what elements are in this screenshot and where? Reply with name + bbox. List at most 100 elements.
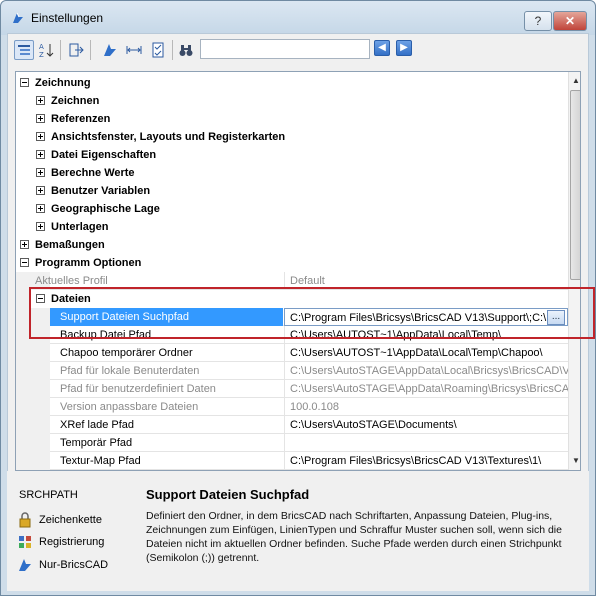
property-value: C:\Users\AutoSTAGE\AppData\Local\Bricsys… (284, 362, 568, 380)
svg-text:A: A (39, 43, 44, 51)
expand-icon[interactable] (36, 204, 45, 213)
expand-icon[interactable] (36, 96, 45, 105)
tree-node[interactable]: Zeichnung (16, 74, 568, 92)
row-gutter (16, 344, 50, 362)
export-icon[interactable] (66, 40, 86, 60)
property-value: C:\Users\AutoSTAGE\Documents\ (284, 416, 568, 434)
property-name: Temporär Pfad (60, 437, 133, 449)
details-pane: SRCHPATH Zeichenkette Registrierung Nur-… (7, 471, 589, 591)
flag-label: Nur-BricsCAD (39, 559, 109, 571)
expand-icon[interactable] (36, 132, 45, 141)
property-value-text: C:\Users\AutoSTAGE\AppData\Roaming\Brics… (290, 383, 568, 395)
property-value-text: C:\Users\AutoSTAGE\AppData\Local\Bricsys… (290, 365, 568, 377)
dimension-icon[interactable] (124, 40, 144, 60)
property-name: Version anpassbare Dateien (60, 401, 199, 413)
toolbar-separator (60, 40, 61, 60)
row-gutter (16, 416, 50, 434)
tree-node-label: Zeichnen (51, 95, 100, 107)
property-value: C:\Users\AutoSTAGE\AppData\Roaming\Brics… (284, 380, 568, 398)
tree-node[interactable]: Unterlagen (16, 218, 568, 236)
property-value-text: C:\Program Files\Bricsys\BricsCAD V13\Te… (290, 455, 542, 467)
close-button[interactable]: ✕ (553, 11, 587, 31)
expand-icon[interactable] (20, 240, 29, 249)
tree-node-label: Referenzen (51, 113, 111, 125)
description-title: Support Dateien Suchpfad (146, 487, 310, 502)
highlight-frame (29, 287, 595, 339)
tree-node[interactable]: Bemaßungen (16, 236, 568, 254)
property-name: Pfad für benutzerdefiniert Daten (60, 383, 216, 395)
tree-node[interactable]: Benutzer Variablen (16, 182, 568, 200)
lock-icon (19, 512, 31, 528)
expand-icon[interactable] (36, 150, 45, 159)
property-value-text: C:\Users\AutoSTAGE\Documents\ (290, 419, 457, 431)
bricscad-icon[interactable] (100, 40, 120, 60)
row-gutter (16, 290, 30, 308)
tree-node-label: Unterlagen (51, 221, 109, 233)
svg-text:Z: Z (39, 51, 44, 58)
expand-icon[interactable] (36, 222, 45, 231)
scroll-thumb[interactable] (570, 90, 580, 280)
tree-node[interactable]: Datei Eigenschaften (16, 146, 568, 164)
property-value: 100.0.108 (284, 398, 568, 416)
property-value (284, 434, 568, 452)
property-name: Pfad für lokale Benuterdaten (60, 365, 200, 377)
bricscad-icon (13, 12, 23, 23)
row-gutter (16, 452, 50, 470)
property-name: Chapoo temporärer Ordner (60, 347, 193, 359)
binoculars-icon[interactable] (176, 40, 196, 60)
property-value-text: C:\Users\AUTOST~1\AppData\Local\Temp\Cha… (290, 347, 543, 359)
help-button[interactable]: ? (524, 11, 552, 31)
tree-node-label: Ansichtsfenster, Layouts und Registerkar… (51, 131, 286, 143)
property-row[interactable]: Textur-Map Pfad C:\Program Files\Bricsys\… (16, 452, 568, 470)
tree-node-label: Berechne Werte (51, 167, 135, 179)
property-row[interactable]: Chapoo temporärer Ordner C:\Users\AUTOST~… (16, 344, 568, 362)
tree-node-label: Geographische Lage (51, 203, 160, 215)
flag-bricscad-only: Nur-BricsCAD (17, 556, 108, 574)
vertical-scrollbar[interactable]: ▲ ▼ (568, 72, 580, 470)
property-value: C:\Program Files\Bricsys\BricsCAD V13\Te… (284, 452, 568, 470)
tree-node[interactable]: Referenzen (16, 110, 568, 128)
row-gutter (16, 380, 50, 398)
property-value: C:\Users\AUTOST~1\AppData\Local\Temp\Cha… (284, 344, 568, 362)
tree-node[interactable]: Ansichtsfenster, Layouts und Registerkar… (16, 128, 568, 146)
tree-node-label: Datei Eigenschaften (51, 149, 157, 161)
property-row[interactable]: Version anpassbare Dateien 100.0.108 (16, 398, 568, 416)
property-row[interactable]: XRef lade Pfad C:\Users\AutoSTAGE\Documen… (16, 416, 568, 434)
tree-node[interactable]: Geographische Lage (16, 200, 568, 218)
row-gutter (16, 398, 50, 416)
property-row[interactable]: Pfad für lokale Benuterdaten C:\Users\Aut… (16, 362, 568, 380)
expand-icon[interactable] (36, 114, 45, 123)
registry-icon (19, 536, 31, 548)
variable-name: SRCHPATH (19, 489, 78, 501)
collapse-icon[interactable] (20, 258, 29, 267)
categorized-view-icon[interactable] (14, 40, 34, 60)
next-result-button[interactable]: ▶ (396, 40, 412, 56)
property-name: XRef lade Pfad (60, 419, 134, 431)
toolbar-separator (90, 40, 91, 60)
settings-window: Einstellungen ? ✕ AZ ◀ ▶ Zeichnung Zeich… (0, 0, 596, 596)
previous-result-button[interactable]: ◀ (374, 40, 390, 56)
title-bar[interactable]: Einstellungen ? ✕ (1, 1, 595, 35)
tree-node[interactable]: Programm Optionen (16, 254, 568, 272)
search-input[interactable] (200, 39, 370, 59)
collapse-icon[interactable] (20, 78, 29, 87)
row-gutter (16, 434, 50, 452)
tree-node-label: Programm Optionen (35, 257, 142, 269)
expand-icon[interactable] (36, 168, 45, 177)
checklist-icon[interactable] (148, 40, 168, 60)
property-value-text: 100.0.108 (290, 401, 339, 413)
tree-node[interactable]: Zeichnen (16, 92, 568, 110)
property-row[interactable]: Temporär Pfad (16, 434, 568, 452)
bricscad-icon (19, 559, 31, 571)
tree-node[interactable]: Berechne Werte (16, 164, 568, 182)
tree-node-label: Benutzer Variablen (51, 185, 151, 197)
tree-node-label: Zeichnung (35, 77, 91, 89)
row-gutter (16, 362, 50, 380)
property-row[interactable]: Pfad für benutzerdefiniert Daten C:\Users… (16, 380, 568, 398)
alphabetical-sort-icon[interactable]: AZ (36, 40, 56, 60)
flag-registry: Registrierung (17, 533, 104, 551)
scroll-up-icon[interactable]: ▲ (570, 74, 580, 88)
tree-node-label: Bemaßungen (35, 239, 105, 251)
scroll-down-icon[interactable]: ▼ (570, 454, 580, 468)
expand-icon[interactable] (36, 186, 45, 195)
